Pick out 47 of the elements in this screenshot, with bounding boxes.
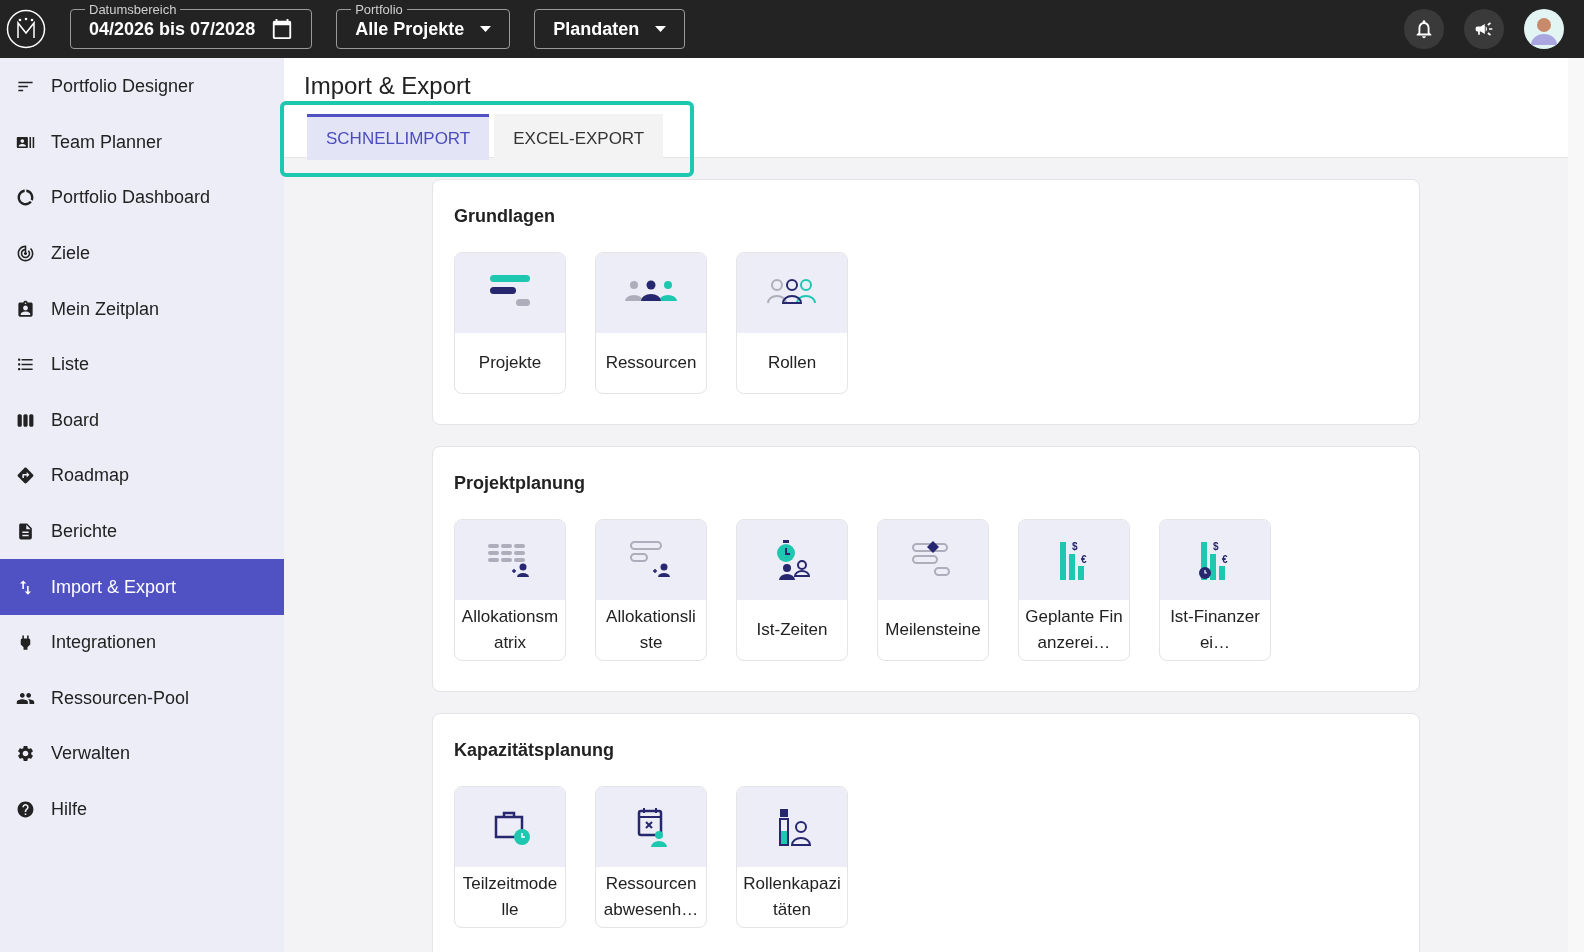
import-tile[interactable]: Teilzeitmodelle [454,786,566,928]
import-tile[interactable]: Ist-Zeiten [736,519,848,661]
megaphone-button[interactable] [1464,9,1504,49]
page-title: Import & Export [304,71,472,101]
import-tile[interactable]: $ € Geplante Finanzerei… [1018,519,1130,661]
section-title: Grundlagen [454,205,556,228]
help-icon [16,800,35,819]
sidebar-item[interactable]: Hilfe [0,781,284,838]
sidebar-item[interactable]: Portfolio Designer [0,59,284,115]
sidebar-item[interactable]: Ressourcen-Pool [0,670,284,727]
sidebar-item[interactable]: Integrationen [0,614,284,671]
sidebar-item[interactable]: Mein Zeitplan [0,281,284,337]
avatar[interactable] [1524,9,1564,49]
settings-icon [16,744,35,764]
sidebar-item[interactable]: Berichte [0,503,284,560]
badge-icon [16,299,35,319]
notifications-button[interactable] [1404,9,1444,49]
sidebar-item[interactable]: Liste [0,336,284,393]
import-tile[interactable]: Ressourcen abwesenh… [595,786,707,928]
dropdown[interactable]: Plandaten [534,9,686,49]
sidebar-item[interactable]: Roadmap [0,448,284,504]
caret-icon [655,26,667,32]
sidebar-item[interactable]: Ziele [0,225,284,282]
import-tile[interactable]: Projekte [454,252,566,394]
tab[interactable]: EXCEL-EXPORT [494,114,664,160]
calendar-icon [271,18,294,40]
tab[interactable]: SCHNELLIMPORT [307,114,490,160]
import-tile[interactable]: $ € Ist-Finanzerei… [1159,519,1271,661]
sidebar-item[interactable]: Verwalten [0,726,284,782]
import-tile[interactable]: Ressourcen [595,252,707,394]
document-icon [16,522,35,542]
section-title: Projektplanung [454,472,586,495]
donut-icon [16,188,35,208]
caret-icon [480,26,492,32]
sidebar-item[interactable]: Portfolio Dashboard [0,170,284,226]
import-tile[interactable]: Meilensteine [877,519,989,661]
sidebar-item[interactable]: Team Planner [0,114,284,171]
target-icon [16,244,35,264]
diamond-sign-icon [16,466,35,486]
import-tile[interactable]: Rollen [736,252,848,394]
section-title: Kapazitätsplanung [454,739,615,762]
logo-icon [6,9,46,49]
import-tile[interactable]: Allokationsliste [595,519,707,661]
sidebar-item[interactable]: Board [0,392,284,449]
import-tile[interactable]: Allokationsmatrix [454,519,566,661]
import-tile[interactable]: Rollenkapazitäten [736,786,848,928]
sidebar-item[interactable]: Import & Export [0,559,284,615]
